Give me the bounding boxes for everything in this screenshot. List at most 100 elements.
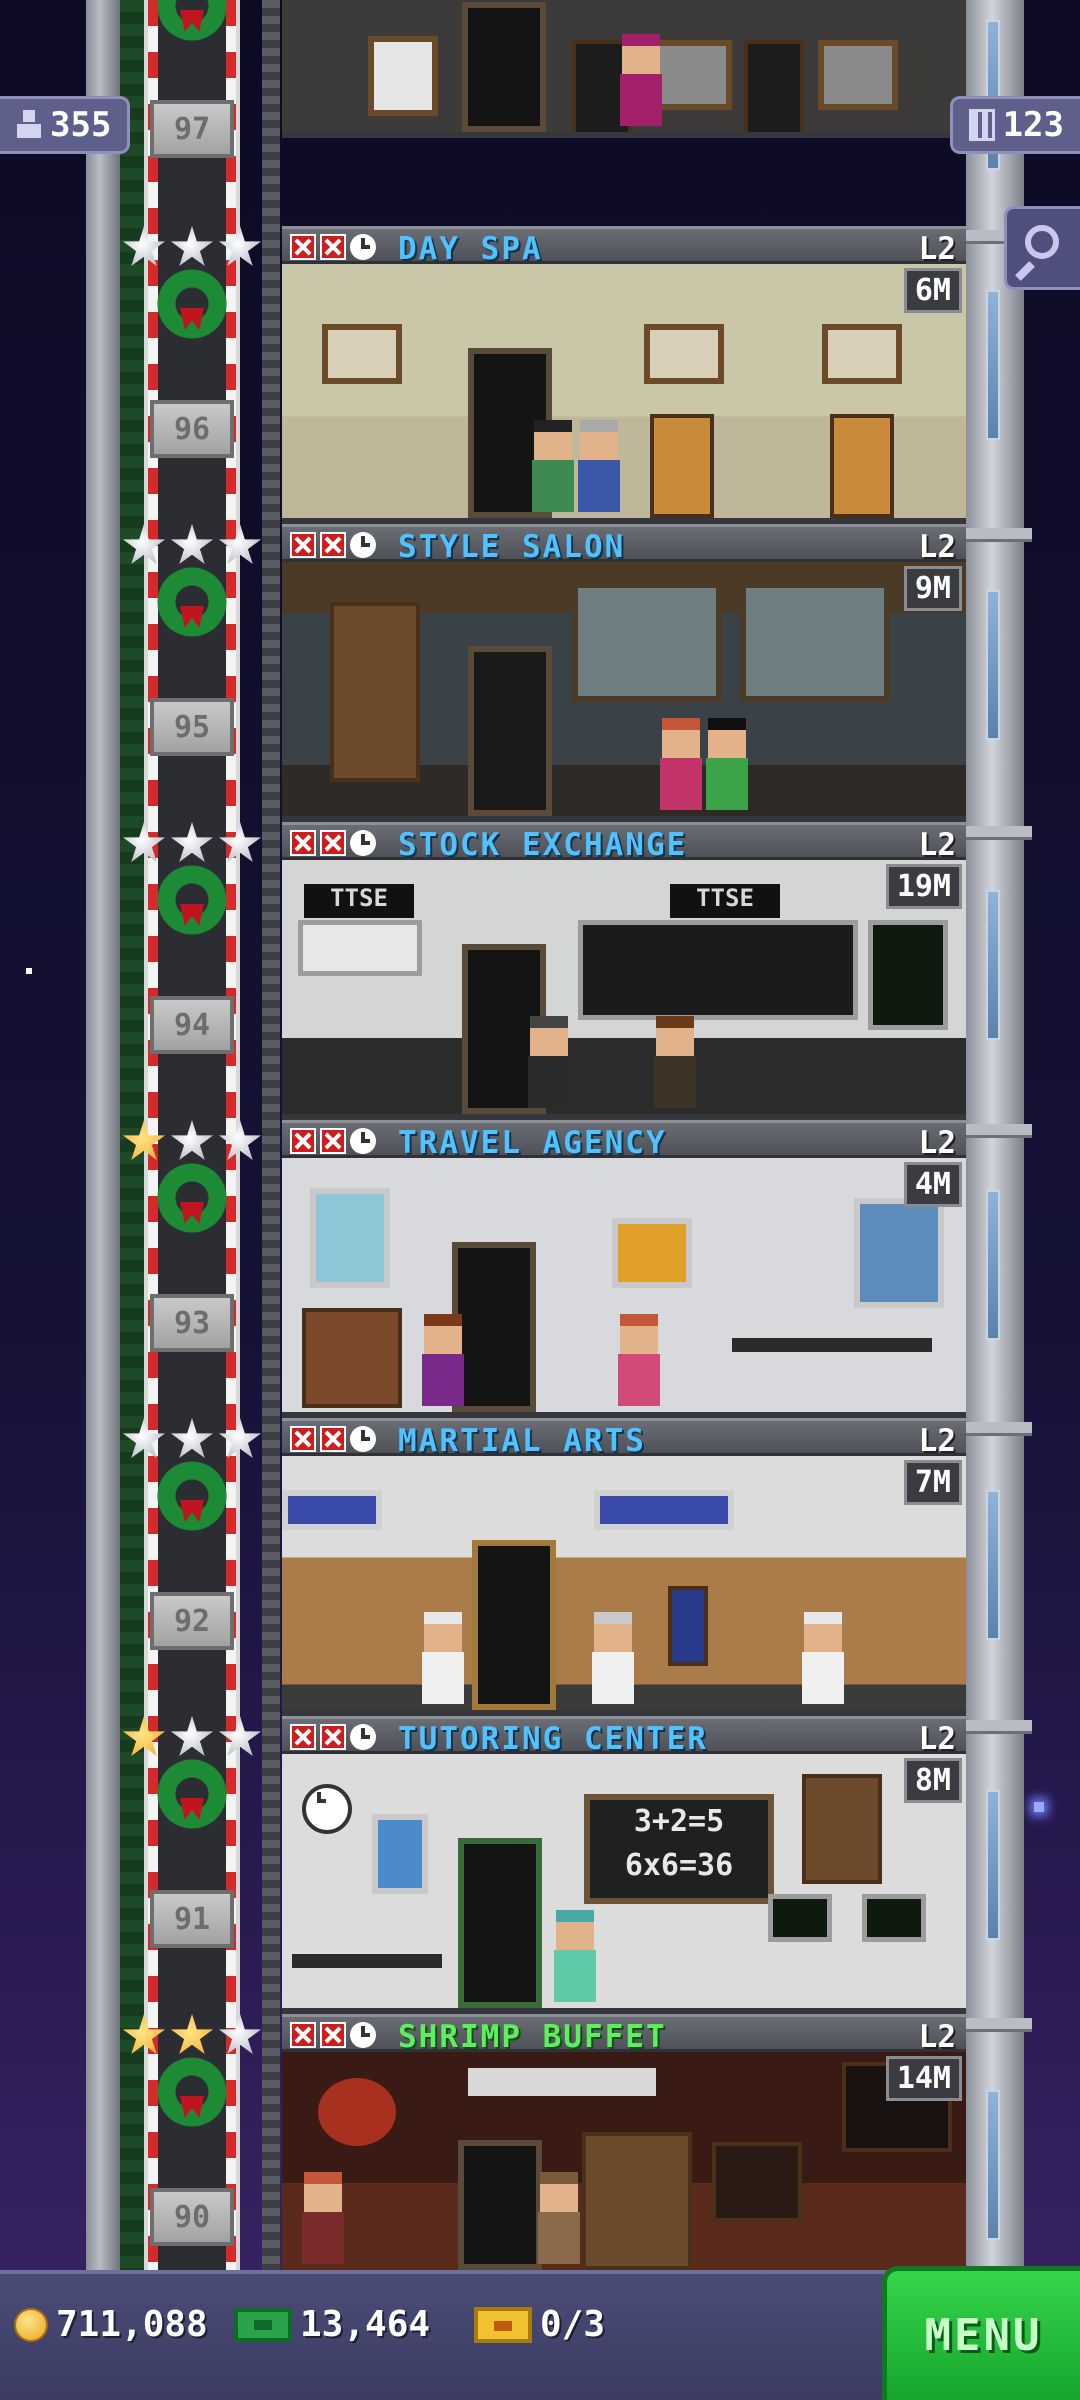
bitizen-character[interactable] [554,1910,596,2002]
silver-star-icon [170,1418,214,1459]
floor-count-counter[interactable]: 123 [949,96,1080,154]
gold-star-icon [170,2014,214,2055]
room-name: DAY SPA [398,231,543,267]
wreath-decoration [156,566,228,638]
wreath-decoration [156,1460,228,1532]
floor-room[interactable] [282,2052,966,2270]
floor-header[interactable]: SHRIMP BUFFET L2 [282,2014,966,2055]
bitizen-character[interactable] [706,718,748,810]
background-star [26,968,32,974]
floor-tutoring-center[interactable]: TUTORING CENTER L2 3+2=5 6x6=36 8M [282,1716,966,2014]
tower-ledge [966,1720,1032,1734]
buffet-counter [582,2132,692,2270]
floor-day-spa[interactable]: DAY SPA L2 6M [282,226,966,524]
bitizen-character[interactable] [618,1314,660,1406]
floor-room[interactable] [282,264,966,524]
floor-martial-arts[interactable]: MARTIAL ARTS L2 7M [282,1418,966,1716]
coins-value: 711,088 [56,2304,208,2345]
plate-display [462,2062,662,2102]
tower-ledge [966,826,1032,840]
silver-star-icon [122,822,166,863]
menu-button[interactable]: MENU [882,2266,1080,2400]
silver-star-icon [122,524,166,565]
tower-window [986,2090,1000,2240]
floor-header[interactable]: DAY SPA L2 [282,226,966,267]
room-door [458,2140,542,2270]
silver-star-icon [170,524,214,565]
room-door [462,2,546,132]
tickets-counter[interactable]: 0/3 [474,2304,605,2345]
room-door [452,1242,536,1412]
floor-room[interactable]: TTSE TTSE [282,860,966,1120]
gold-star-icon [122,2014,166,2055]
apple-poster [372,1814,428,1894]
bitizen-character[interactable] [422,1314,464,1406]
agent-desk [732,1338,932,1352]
stock-screen [868,920,948,1030]
tower-window [986,1190,1000,1340]
wreath-decoration [156,1162,228,1234]
empty-stock-x-icon [320,1724,346,1750]
clock-icon [350,830,376,856]
bitizen-character[interactable] [528,1016,570,1108]
bitizen-character[interactable] [620,34,662,126]
tower-window [986,890,1000,1040]
floor-number-label: 91 [150,1890,234,1948]
floor-room[interactable] [282,0,966,138]
floor-top-partial[interactable] [282,0,966,218]
mirror [818,40,898,110]
silver-star-icon [218,1120,262,1161]
bitizen-character[interactable] [538,2172,580,2264]
floor-header[interactable]: STOCK EXCHANGE L2 [282,822,966,863]
floor-header[interactable]: MARTIAL ARTS L2 [282,1418,966,1459]
empty-stock-x-icon [290,830,316,856]
floor-style-salon[interactable]: STYLE SALON L2 9M [282,524,966,822]
shrimp-sign [312,2072,402,2152]
floor-room[interactable] [282,1158,966,1418]
floor-number-label: 90 [150,2188,234,2246]
bitizen-character[interactable] [660,718,702,810]
floor-number-label: 97 [150,100,234,158]
floor-room[interactable]: 3+2=5 6x6=36 [282,1754,966,2014]
bitizen-character[interactable] [422,1612,464,1704]
floor-stars [122,226,262,270]
floor-shrimp-buffet[interactable]: SHRIMP BUFFET L2 14M [282,2014,966,2270]
bitizen-character[interactable] [532,420,574,512]
floor-count-value: 123 [1002,105,1064,145]
bux-value: 13,464 [300,2304,431,2345]
exchange-sign: TTSE [304,884,414,918]
wreath-decoration [156,864,228,936]
computer-monitor [768,1894,832,1942]
buffet-window [712,2142,802,2222]
empty-stock-x-icon [290,532,316,558]
floor-header[interactable]: STYLE SALON L2 [282,524,966,565]
room-door [472,1540,556,1710]
bitizen-character[interactable] [592,1612,634,1704]
bux-counter[interactable]: 13,464 [234,2304,430,2345]
bitizen-character[interactable] [578,420,620,512]
tower-ledge [966,528,1032,542]
room-level: L2 [918,1125,956,1161]
golden-ticket-icon [474,2306,532,2343]
population-counter[interactable]: 355 [0,96,131,154]
clock-icon [350,1724,376,1750]
search-button[interactable] [1004,206,1080,290]
silver-star-icon [218,822,262,863]
floor-travel-agency[interactable]: TRAVEL AGENCY L2 4M [282,1120,966,1418]
floor-header[interactable]: TUTORING CENTER L2 [282,1716,966,1757]
floor-stars [122,1418,262,1462]
floor-room[interactable] [282,562,966,822]
chalkboard-line: 6x6=36 [624,1848,734,1883]
floor-room[interactable] [282,1456,966,1716]
room-name: TUTORING CENTER [398,1721,708,1757]
coins-counter[interactable]: 711,088 [14,2304,208,2345]
tower-window [986,1490,1000,1640]
bitizen-character[interactable] [802,1612,844,1704]
bitizen-character[interactable] [654,1016,696,1108]
background-star [1034,1802,1044,1812]
floor-header[interactable]: TRAVEL AGENCY L2 [282,1120,966,1161]
room-name: STOCK EXCHANGE [398,827,688,863]
tower-window [986,590,1000,740]
floor-stock-exchange[interactable]: STOCK EXCHANGE L2 TTSE TTSE 19M [282,822,966,1120]
bitizen-character[interactable] [302,2172,344,2264]
